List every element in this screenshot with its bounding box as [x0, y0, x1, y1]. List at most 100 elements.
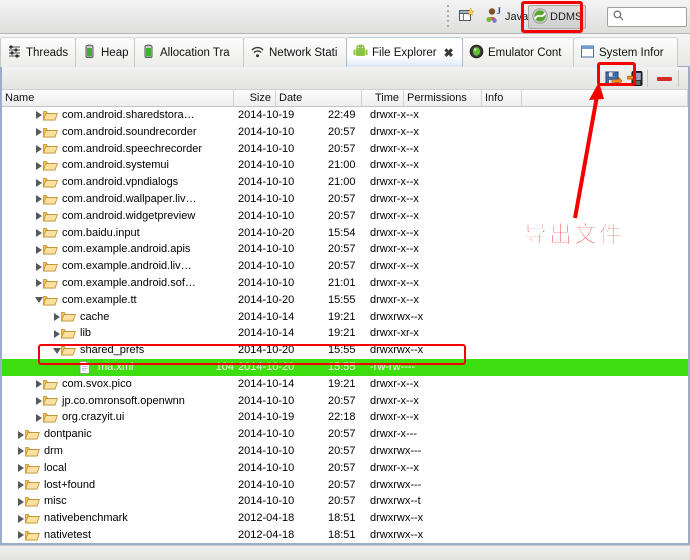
pull-file-from-device-button[interactable]	[603, 69, 623, 88]
table-row[interactable]: com.android.systemui 2014-10-10 21:00 drwxr…	[2, 157, 688, 174]
ddms-file-explorer-window: J Java DDMS Threads Heap Allocation Tra …	[0, 0, 690, 560]
column-header-filler	[522, 90, 688, 106]
chevron-right-icon[interactable]	[16, 443, 25, 460]
column-header-info[interactable]: Info	[482, 90, 522, 106]
table-row[interactable]: com.android.speechrecorder 2014-10-10 20:5…	[2, 141, 688, 158]
file-name: com.example.android.liv…	[62, 260, 192, 273]
cell-size	[182, 208, 234, 225]
table-row[interactable]: jp.co.omronsoft.openwnn 2014-10-10 20:57 dr…	[2, 393, 688, 410]
tab-file-explorer[interactable]: File Explorer ✖	[346, 37, 463, 67]
cell-permissions: drwxr-xr-x	[370, 327, 419, 340]
column-header-permissions[interactable]: Permissions	[404, 90, 482, 106]
chevron-right-icon[interactable]	[34, 225, 43, 242]
table-row[interactable]: nativetest 2012-04-18 18:51 drwxrwx--x	[2, 527, 688, 543]
tab-label: Heap	[101, 46, 129, 59]
table-row[interactable]: org.crazyit.ui 2014-10-19 22:18 drwxr-x--x	[2, 409, 688, 426]
table-row[interactable]: misc 2014-10-10 20:57 drwxrwx--t	[2, 493, 688, 510]
chevron-right-icon[interactable]	[16, 426, 25, 443]
folder-icon	[43, 176, 58, 189]
allocation-icon	[141, 44, 156, 62]
column-header-size[interactable]: Size	[234, 90, 276, 106]
cell-permissions: drwxr-x--x	[370, 260, 419, 273]
table-row[interactable]: com.example.android.apis 2014-10-10 20:57 d…	[2, 241, 688, 258]
cell-name: cache	[52, 309, 109, 326]
chevron-right-icon[interactable]	[16, 493, 25, 510]
table-row-selected[interactable]: ma.xml 104 2014-10-20 15:55 -rw-rw----	[2, 358, 688, 376]
perspective-java-button[interactable]: J Java	[482, 5, 532, 29]
cell-permissions: drwxr-x--x	[370, 226, 419, 239]
chevron-right-icon[interactable]	[34, 157, 43, 174]
file-name: com.example.android.apis	[62, 243, 191, 256]
chevron-right-icon[interactable]	[34, 275, 43, 292]
table-row[interactable]: lib 2014-10-14 19:21 drwxr-xr-x	[2, 325, 688, 342]
chevron-right-icon[interactable]	[16, 460, 25, 477]
table-row[interactable]: com.android.wallpaper.liv… 2014-10-10 20:5…	[2, 191, 688, 208]
open-perspective-button[interactable]	[455, 5, 477, 29]
tab-network-stati[interactable]: Network Stati	[243, 37, 347, 67]
tab-allocation-tra[interactable]: Allocation Tra	[134, 37, 244, 67]
cell-date: 2014-10-10	[238, 444, 295, 457]
search-box[interactable]	[607, 7, 687, 27]
table-row[interactable]: com.baidu.input 2014-10-20 15:54 drwxr-x--x	[2, 225, 688, 242]
cell-name: misc	[16, 493, 67, 510]
chevron-right-icon[interactable]	[34, 107, 43, 124]
push-file-onto-device-button[interactable]	[625, 69, 645, 88]
chevron-right-icon[interactable]	[34, 258, 43, 275]
chevron-right-icon[interactable]	[34, 376, 43, 393]
cell-name: com.example.android.liv…	[34, 258, 192, 275]
chevron-right-icon[interactable]	[34, 208, 43, 225]
table-row[interactable]: local 2014-10-10 20:57 drwxr-x--x	[2, 460, 688, 477]
chevron-down-icon[interactable]	[52, 342, 61, 359]
table-row[interactable]: com.example.android.sof… 2014-10-10 21:01 d…	[2, 275, 688, 292]
cell-date: 2014-10-10	[238, 495, 295, 508]
folder-icon	[25, 512, 40, 525]
file-tree-table[interactable]: com.android.sharedstora… 2014-10-19 22:49 d…	[2, 107, 688, 543]
cell-size	[182, 241, 234, 258]
chevron-right-icon[interactable]	[34, 191, 43, 208]
cell-time: 20:57	[328, 495, 356, 508]
table-row[interactable]: nativebenchmark 2012-04-18 18:51 drwxrwx--x	[2, 510, 688, 527]
cell-time: 19:21	[328, 327, 356, 340]
chevron-right-icon[interactable]	[34, 409, 43, 426]
tab-label: System Infor	[599, 46, 664, 59]
table-row[interactable]: dontpanic 2014-10-10 20:57 drwxr-x---	[2, 426, 688, 443]
tab-threads[interactable]: Threads	[0, 37, 76, 67]
delete-file-button[interactable]	[654, 69, 674, 88]
chevron-right-icon[interactable]	[34, 174, 43, 191]
table-row[interactable]: com.example.tt 2014-10-20 15:55 drwxr-x--x	[2, 292, 688, 309]
table-row[interactable]: com.android.sharedstora… 2014-10-19 22:49 d…	[2, 107, 688, 124]
column-header-name[interactable]: Name	[2, 90, 234, 106]
chevron-right-icon[interactable]	[34, 241, 43, 258]
cell-permissions: drwxr-x--x	[370, 159, 419, 172]
tab-system-infor[interactable]: System Infor	[573, 37, 678, 67]
cell-permissions: drwxrwx--x	[370, 512, 424, 525]
table-row[interactable]: cache 2014-10-14 19:21 drwxrwx--x	[2, 309, 688, 326]
chevron-right-icon[interactable]	[34, 124, 43, 141]
chevron-right-icon[interactable]	[52, 325, 61, 342]
tab-heap[interactable]: Heap	[75, 37, 135, 67]
table-row[interactable]: com.android.vpndialogs 2014-10-10 21:00 drw…	[2, 174, 688, 191]
chevron-right-icon[interactable]	[34, 393, 43, 410]
cell-permissions: -rw-rw----	[370, 360, 416, 373]
column-header-date[interactable]: Date	[276, 90, 362, 106]
table-row[interactable]: com.example.android.liv… 2014-10-10 20:57 d…	[2, 258, 688, 275]
table-row[interactable]: com.svox.pico 2014-10-14 19:21 drwxr-x--x	[2, 376, 688, 393]
table-row[interactable]: com.android.soundrecorder 2014-10-10 20:57…	[2, 124, 688, 141]
chevron-right-icon[interactable]	[52, 309, 61, 326]
table-row[interactable]: drm 2014-10-10 20:57 drwxrwx---	[2, 443, 688, 460]
tab-label: Network Stati	[269, 46, 338, 59]
tab-emulator-cont[interactable]: Emulator Cont	[462, 37, 574, 67]
folder-icon	[43, 294, 58, 307]
table-row[interactable]: com.android.widgetpreview 2014-10-10 20:57…	[2, 208, 688, 225]
chevron-right-icon[interactable]	[34, 141, 43, 158]
table-row[interactable]: lost+found 2014-10-10 20:57 drwxrwx---	[2, 477, 688, 494]
table-row[interactable]: shared_prefs 2014-10-20 15:55 drwxrwx--x	[2, 342, 688, 359]
chevron-right-icon[interactable]	[16, 477, 25, 494]
search-input[interactable]	[627, 9, 685, 25]
close-icon[interactable]: ✖	[444, 46, 454, 60]
perspective-ddms-button[interactable]: DDMS	[528, 5, 587, 29]
chevron-right-icon[interactable]	[16, 527, 25, 543]
column-header-time[interactable]: Time	[362, 90, 404, 106]
chevron-down-icon[interactable]	[34, 292, 43, 309]
chevron-right-icon[interactable]	[16, 510, 25, 527]
